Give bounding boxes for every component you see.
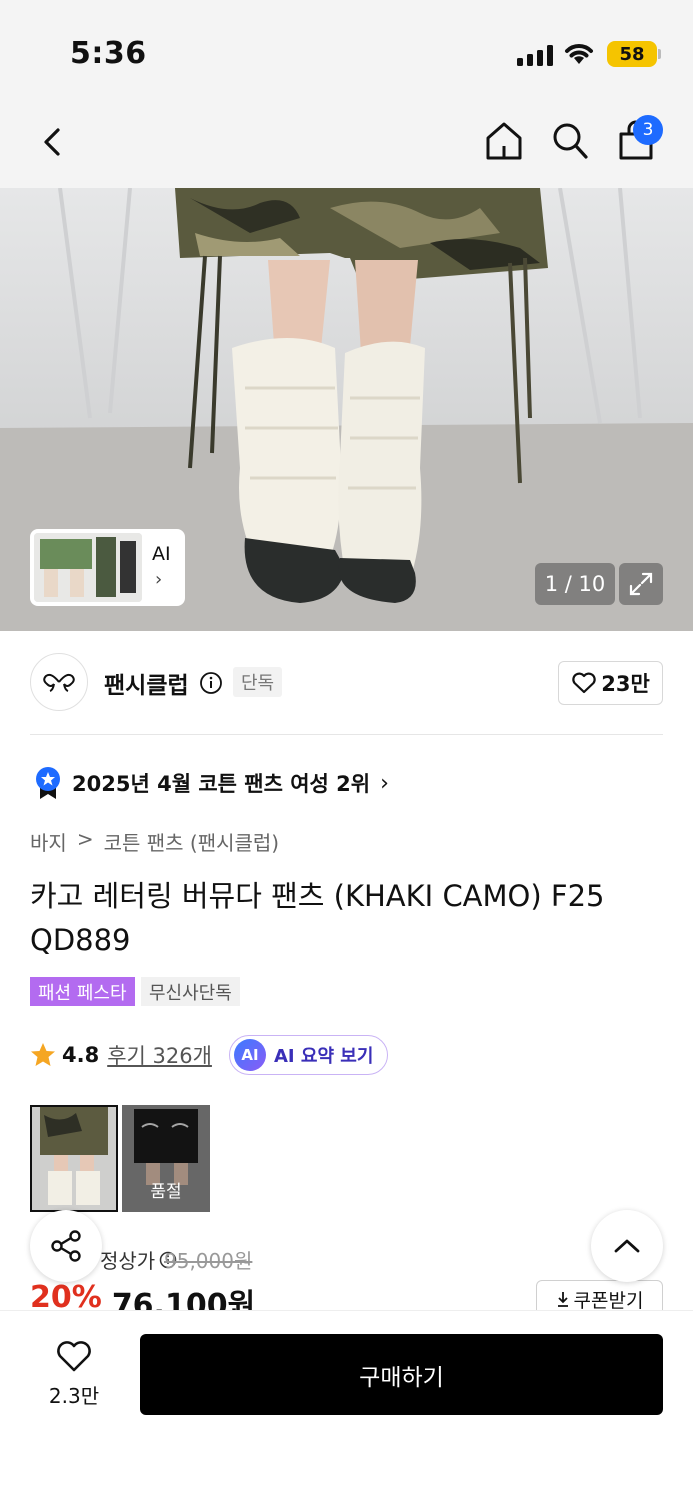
wishlist-count: 2.3만	[48, 1384, 100, 1408]
battery-indicator: 58	[607, 41, 657, 67]
option-thumbnail-camo[interactable]	[30, 1105, 118, 1212]
scroll-top-button[interactable]	[591, 1210, 663, 1282]
signal-icon	[517, 44, 553, 66]
star-icon	[31, 1043, 55, 1066]
heart-icon	[572, 672, 596, 694]
brand-name[interactable]: 팬시클럽	[104, 666, 189, 700]
ai-label: AI	[152, 543, 171, 565]
search-icon[interactable]	[550, 120, 590, 162]
price-label-text: 정상가	[100, 1249, 156, 1273]
chevron-right-icon: ›	[155, 569, 163, 590]
original-price: 95,000원	[164, 1249, 253, 1273]
breadcrumb: 바지 > 코튼 팬츠 (팬시클럽)	[30, 827, 279, 856]
fashion-festa-tag: 패션 페스타	[30, 977, 135, 1006]
expand-icon	[629, 572, 653, 596]
option-image	[32, 1107, 116, 1210]
breadcrumb-separator: >	[76, 827, 94, 851]
ranking-link[interactable]: 2025년 4월 코튼 팬츠 여성 2위 ›	[34, 766, 389, 800]
download-icon	[557, 1292, 568, 1307]
option-thumbnail-black[interactable]: 품절	[122, 1105, 210, 1212]
chevron-up-icon	[614, 1239, 640, 1253]
info-icon[interactable]	[199, 671, 223, 695]
wishlist-button[interactable]: 2.3만	[36, 1340, 112, 1409]
top-nav: 3	[0, 100, 693, 188]
battery-tip	[658, 49, 661, 59]
ai-thumbnail	[34, 533, 142, 602]
ranking-badge-icon	[36, 767, 60, 799]
breadcrumb-category[interactable]: 바지	[30, 827, 67, 856]
coupon-label: 쿠폰받기	[573, 1289, 644, 1312]
product-title: 카고 레터링 버뮤다 팬츠 (KHAKI CAMO) F25 QD889	[30, 879, 605, 957]
share-button[interactable]	[30, 1210, 102, 1282]
ai-icon: AI	[234, 1039, 266, 1071]
ai-summary-label: AI 요약 보기	[274, 1046, 374, 1067]
brand-like-button[interactable]: 23만	[558, 661, 663, 705]
ai-similar-items-card[interactable]: AI ›	[30, 529, 185, 606]
breadcrumb-subcategory[interactable]: 코튼 팬츠 (팬시클럽)	[104, 827, 280, 856]
wifi-icon	[565, 44, 593, 64]
ai-summary-button[interactable]: AI AI 요약 보기	[229, 1035, 389, 1075]
musinsa-exclusive-tag: 무신사단독	[141, 977, 240, 1006]
back-arrow-icon[interactable]	[38, 122, 68, 162]
review-count-link[interactable]: 후기 326개	[107, 1040, 212, 1070]
status-time: 5:36	[70, 36, 147, 71]
divider	[30, 734, 663, 735]
image-counter: 1 / 10	[535, 563, 615, 605]
brand-like-count: 23만	[601, 672, 650, 696]
share-icon	[51, 1230, 81, 1262]
status-bar: 5:36 58	[0, 0, 693, 100]
soldout-label: 품절	[150, 1182, 182, 1202]
rating-score: 4.8	[62, 1043, 100, 1067]
brand-logo-icon	[43, 673, 75, 692]
cart-count-badge: 3	[633, 115, 663, 145]
buy-button[interactable]: 구매하기	[140, 1334, 663, 1415]
product-image-carousel[interactable]: AI › 1 / 10	[0, 188, 693, 631]
home-icon[interactable]	[484, 120, 524, 162]
exclusive-badge: 단독	[233, 667, 283, 697]
heart-icon	[57, 1341, 91, 1372]
brand-logo[interactable]	[30, 653, 88, 711]
ranking-text: 2025년 4월 코튼 팬츠 여성 2위	[72, 772, 371, 796]
rating-row: 4.8 후기 326개	[30, 1040, 212, 1070]
chevron-right-icon: ›	[380, 770, 389, 796]
expand-image-button[interactable]	[619, 563, 663, 605]
